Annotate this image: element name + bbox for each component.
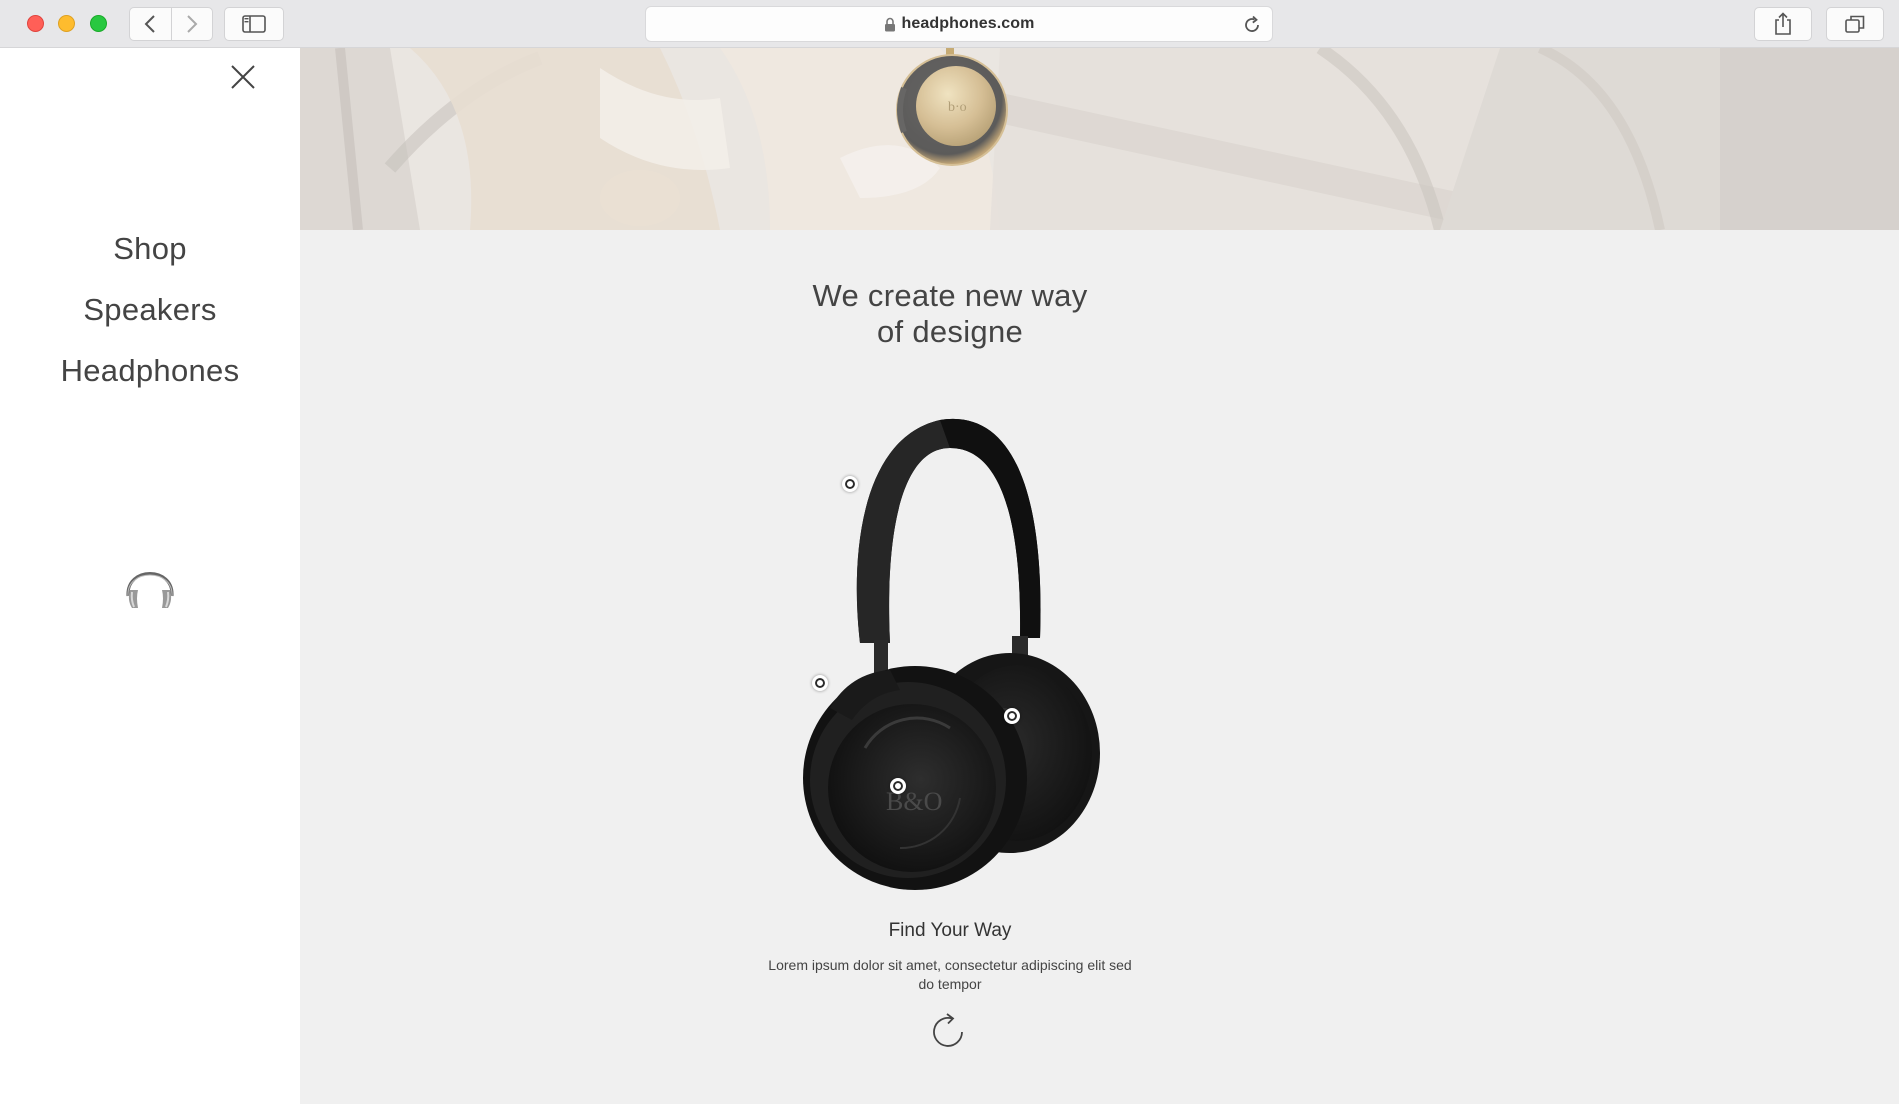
nav-item-shop[interactable]: Shop (0, 218, 300, 279)
sidebar-icon (242, 15, 266, 33)
tabs-icon (1845, 15, 1865, 33)
browser-toolbar: headphones.com (0, 0, 1899, 48)
lock-icon (884, 17, 895, 31)
product-description: Lorem ipsum dolor sit amet, consectetur … (740, 956, 1160, 994)
share-button[interactable] (1754, 7, 1812, 41)
url-text: headphones.com (901, 15, 1035, 32)
nav-item-headphones[interactable]: Headphones (0, 340, 300, 401)
side-menu: Shop Speakers Headphones (0, 48, 300, 1104)
window-zoom-button[interactable] (90, 15, 107, 32)
hero-scene: b·o (300, 48, 1899, 230)
rotate-icon[interactable] (928, 1010, 972, 1054)
window-close-button[interactable] (27, 15, 44, 32)
nav-item-speakers[interactable]: Speakers (0, 279, 300, 340)
hotspot-right-cup[interactable] (1004, 708, 1020, 724)
product-description-line-2: do tempor (918, 976, 982, 992)
forward-button[interactable] (170, 8, 213, 40)
heading-line-1: We create new way (812, 278, 1088, 313)
share-icon (1775, 12, 1791, 35)
sidebar-toggle-button[interactable] (224, 7, 284, 41)
back-button[interactable] (130, 8, 171, 40)
hotspot-left-cup[interactable] (890, 778, 906, 794)
main-nav: Shop Speakers Headphones (0, 218, 300, 401)
chevron-left-icon (144, 15, 155, 33)
window-minimize-button[interactable] (58, 15, 75, 32)
navigation-buttons (129, 7, 213, 41)
tabs-overview-button[interactable] (1826, 7, 1884, 41)
headphones-product-illustration: B&O (803, 418, 1100, 890)
headphones-icon[interactable] (122, 552, 178, 610)
page-heading: We create new way of designe (300, 278, 1600, 350)
hero-banner-image: b·o (300, 48, 1899, 230)
address-bar[interactable]: headphones.com (645, 6, 1273, 42)
reload-icon[interactable] (1242, 15, 1262, 35)
hotspot-headband[interactable] (842, 476, 858, 492)
main-content: b·o We create new way of designe B&O Fin… (300, 48, 1899, 1104)
hotspot-hinge[interactable] (812, 675, 828, 691)
close-icon[interactable] (228, 62, 258, 92)
product-description-line-1: Lorem ipsum dolor sit amet, consectetur … (768, 957, 1132, 973)
product-title: Find Your Way (888, 920, 1012, 941)
heading-line-2: of designe (876, 314, 1024, 349)
product-image: B&O (790, 408, 1110, 898)
chevron-right-icon (187, 15, 198, 33)
